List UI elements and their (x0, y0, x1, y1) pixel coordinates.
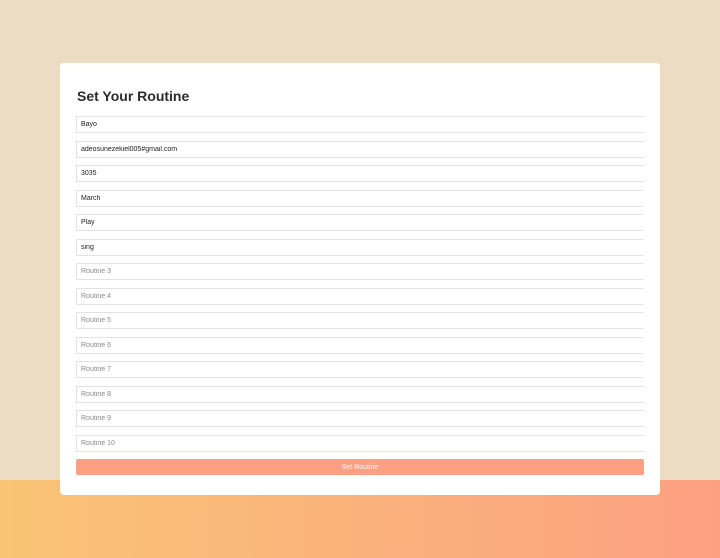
routine-input-5[interactable] (76, 312, 644, 329)
routine-input-10[interactable] (76, 434, 644, 452)
set-routine-button[interactable]: Set Routine (76, 459, 644, 475)
routine-input-9[interactable] (76, 410, 644, 427)
name-input[interactable] (76, 116, 644, 133)
routine-input-4[interactable] (76, 287, 644, 305)
routine-input-3[interactable] (76, 263, 644, 280)
email-input[interactable] (76, 140, 644, 158)
routine-card: Set Your Routine Set Routine (60, 63, 660, 495)
month-input[interactable] (76, 189, 644, 207)
number-input[interactable] (76, 165, 644, 182)
page-title: Set Your Routine (77, 88, 190, 104)
routine-input-8[interactable] (76, 385, 644, 403)
routine-input-1[interactable] (76, 214, 644, 231)
routine-input-2[interactable] (76, 238, 644, 256)
routine-form: Set Routine (76, 116, 644, 475)
routine-input-6[interactable] (76, 336, 644, 354)
routine-input-7[interactable] (76, 361, 644, 378)
